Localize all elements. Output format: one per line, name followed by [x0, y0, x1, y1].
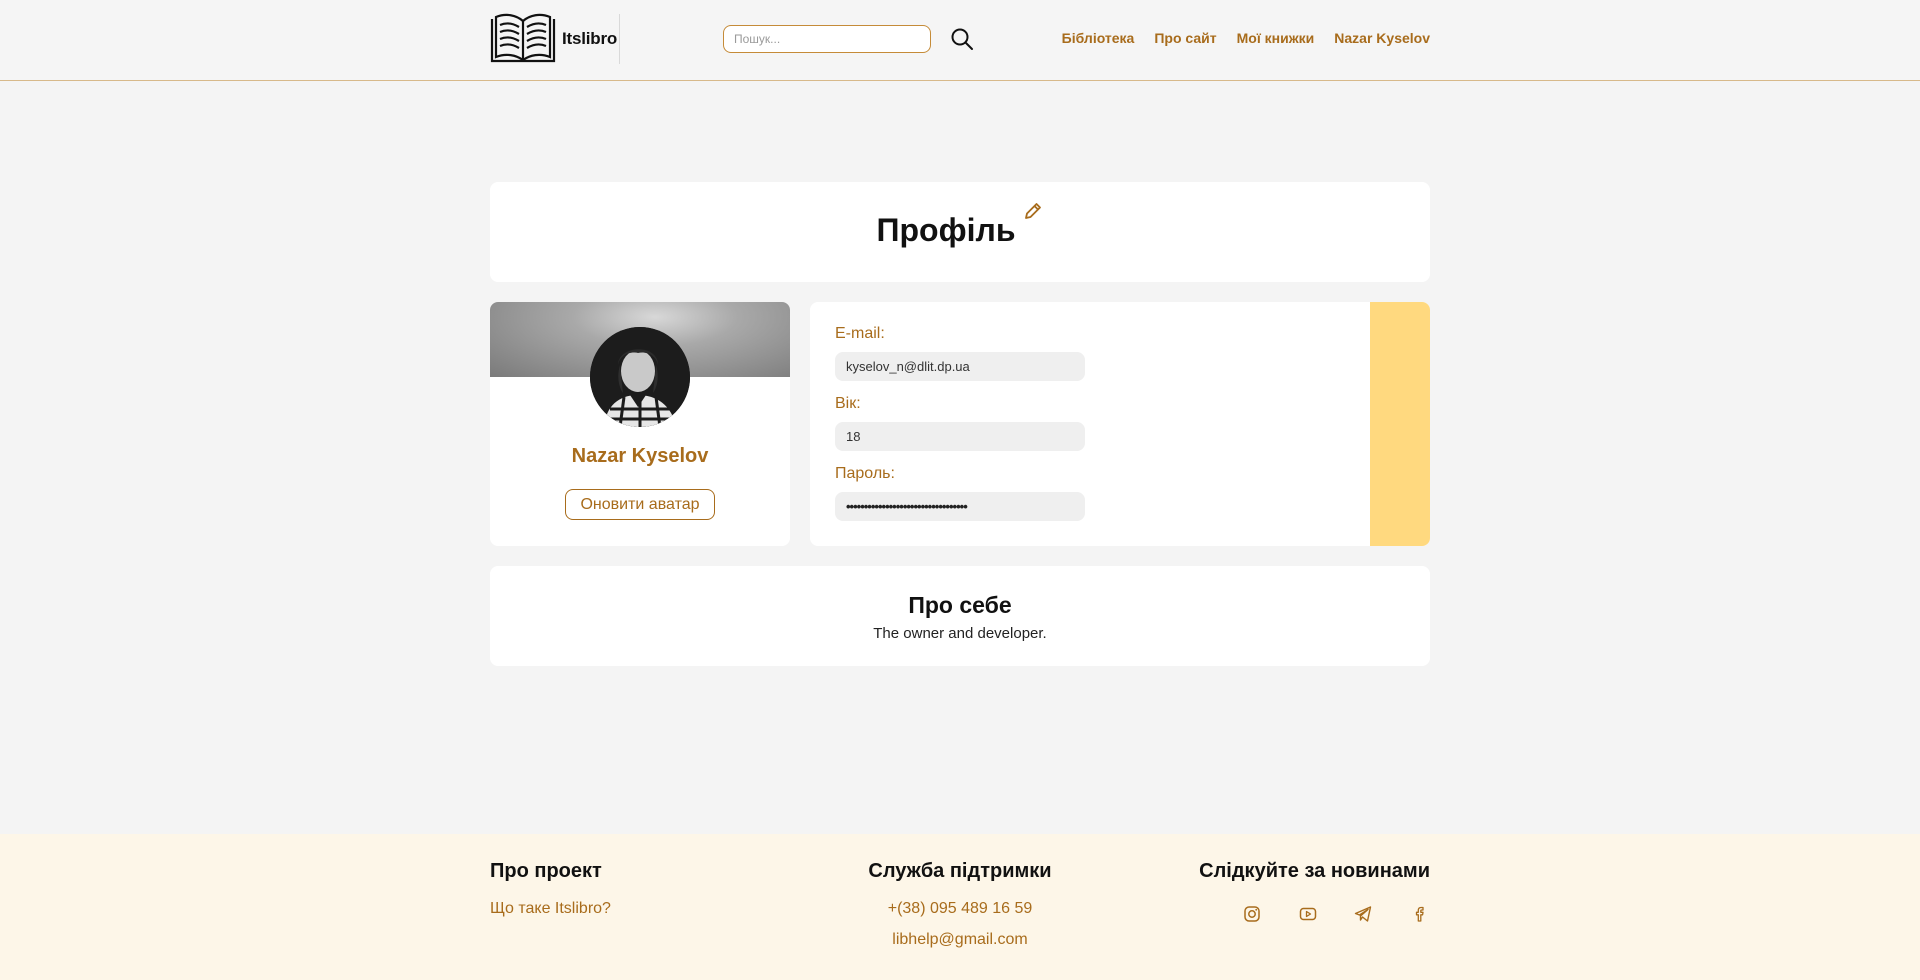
telegram-icon [1354, 906, 1372, 922]
search-icon [951, 28, 973, 50]
avatar-photo [590, 327, 690, 427]
site-logo[interactable]: Itslibro [490, 13, 621, 64]
main-nav: Бібліотека Про сайт Мої книжки Nazar Kys… [1062, 30, 1430, 46]
search-input[interactable] [723, 25, 931, 53]
what-is-itslibro-link[interactable]: Що таке Itslibro? [490, 900, 611, 918]
book-logo-icon [490, 13, 556, 63]
password-label: Пароль: [835, 465, 895, 482]
page-title: Профіль [876, 212, 1016, 248]
account-info-card: E-mail: kyselov_n@dlit.dp.ua Вік: 18 Пар… [810, 302, 1430, 546]
age-field[interactable]: 18 [835, 422, 1085, 451]
about-me-card: Про себе The owner and developer. [490, 566, 1430, 666]
email-field[interactable]: kyselov_n@dlit.dp.ua [835, 352, 1085, 381]
youtube-link[interactable] [1298, 904, 1318, 924]
search-button[interactable] [950, 27, 974, 51]
age-label: Вік: [835, 395, 861, 412]
update-avatar-button[interactable]: Оновити аватар [565, 489, 715, 520]
facebook-icon [1415, 906, 1424, 922]
support-phone-link[interactable]: +(38) 095 489 16 59 [760, 900, 1160, 918]
facebook-link[interactable] [1410, 904, 1430, 924]
telegram-link[interactable] [1353, 904, 1373, 924]
site-header: Itslibro Бібліотека Про сайт Мої книжки … [0, 0, 1920, 81]
nav-about-site[interactable]: Про сайт [1154, 30, 1216, 46]
avatar-card: Nazar Kyselov Оновити аватар [490, 302, 790, 546]
support-email-link[interactable]: libhelp@gmail.com [760, 931, 1160, 949]
avatar [590, 327, 690, 427]
password-field[interactable]: •••••••••••••••••••••••••••••••••• [835, 492, 1085, 521]
instagram-icon [1244, 906, 1260, 922]
email-label: E-mail: [835, 325, 885, 342]
nav-user-profile[interactable]: Nazar Kyselov [1334, 30, 1430, 46]
instagram-link[interactable] [1242, 904, 1262, 924]
about-text: The owner and developer. [873, 625, 1047, 642]
nav-my-books[interactable]: Мої книжки [1237, 30, 1315, 46]
logo-text: Itslibro [562, 29, 618, 48]
footer-support-title: Служба підтримки [868, 860, 1052, 882]
youtube-icon [1299, 907, 1317, 921]
accent-stripe [1370, 302, 1430, 546]
footer-project-title: Про проект [490, 860, 602, 882]
profile-title-card: Профіль [490, 182, 1430, 282]
footer-follow-title: Слідкуйте за новинами [1199, 860, 1430, 882]
nav-library[interactable]: Бібліотека [1062, 30, 1135, 46]
about-title: Про себе [908, 592, 1012, 618]
edit-profile-button[interactable] [1023, 201, 1043, 226]
site-footer: Про проект Що таке Itslibro? Служба підт… [0, 834, 1920, 980]
user-name: Nazar Kyselov [571, 445, 709, 467]
pencil-icon [1025, 203, 1042, 219]
